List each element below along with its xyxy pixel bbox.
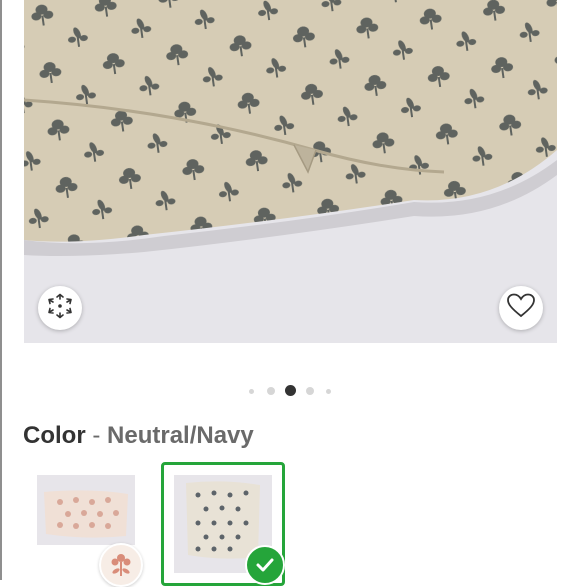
- selected-color-value: Neutral/Navy: [107, 422, 254, 449]
- carousel-dots: [0, 384, 580, 398]
- product-image[interactable]: [24, 0, 557, 343]
- color-swatch-neutral-navy[interactable]: [161, 462, 285, 586]
- color-separator: -: [92, 422, 101, 449]
- carousel-dot-active[interactable]: [285, 385, 296, 396]
- pink-floral-pattern-icon: [99, 543, 143, 587]
- favorite-button[interactable]: [499, 286, 543, 330]
- carousel-dot[interactable]: [267, 387, 275, 395]
- carousel-dot[interactable]: [249, 389, 254, 394]
- color-swatch-pink[interactable]: [30, 462, 154, 587]
- color-label: Color: [23, 422, 86, 449]
- heart-icon: [507, 293, 535, 324]
- selected-check-icon: [245, 545, 285, 585]
- carousel-dot[interactable]: [306, 387, 314, 395]
- ar-view-icon: [47, 293, 73, 324]
- carousel-dot[interactable]: [326, 389, 331, 394]
- frame-edge: [0, 0, 2, 580]
- ar-view-button[interactable]: [38, 286, 82, 330]
- color-selection-label: Color - Neutral/Navy: [23, 422, 254, 450]
